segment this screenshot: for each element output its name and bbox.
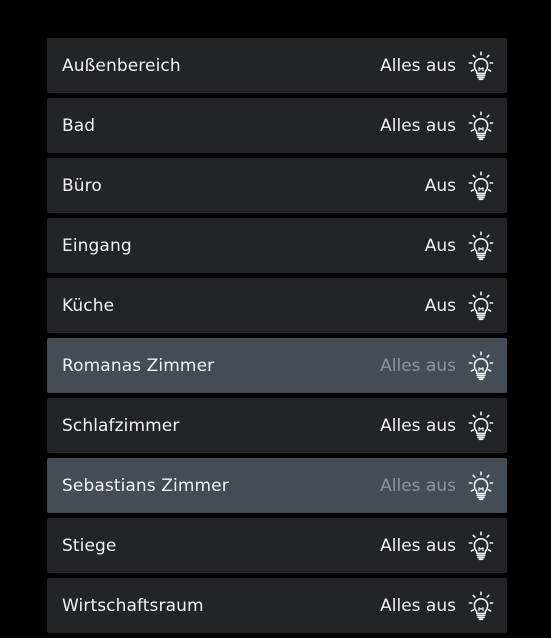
room-status: Alles aus xyxy=(380,355,456,376)
room-row-eingang[interactable]: Eingang Aus xyxy=(47,218,507,273)
room-status: Alles aus xyxy=(380,595,456,616)
room-row-bad[interactable]: Bad Alles aus xyxy=(47,98,507,153)
room-row-stiege[interactable]: Stiege Alles aus xyxy=(47,518,507,573)
room-name: Büro xyxy=(62,175,102,196)
room-status: Alles aus xyxy=(380,475,456,496)
room-row-wirtschaftsraum[interactable]: Wirtschaftsraum Alles aus xyxy=(47,578,507,633)
room-name: Außenbereich xyxy=(62,55,181,76)
room-name: Sebastians Zimmer xyxy=(62,475,229,496)
lightbulb-icon[interactable] xyxy=(468,50,494,81)
lightbulb-icon[interactable] xyxy=(468,230,494,261)
room-status: Alles aus xyxy=(380,535,456,556)
lightbulb-icon[interactable] xyxy=(468,590,494,621)
lightbulb-icon[interactable] xyxy=(468,470,494,501)
lightbulb-icon[interactable] xyxy=(468,350,494,381)
room-row-sebastians-zimmer[interactable]: Sebastians Zimmer Alles aus xyxy=(47,458,507,513)
lightbulb-icon[interactable] xyxy=(468,290,494,321)
lightbulb-icon[interactable] xyxy=(468,410,494,441)
room-name: Schlafzimmer xyxy=(62,415,180,436)
room-row-buero[interactable]: Büro Aus xyxy=(47,158,507,213)
room-name: Bad xyxy=(62,115,96,136)
room-name: Stiege xyxy=(62,535,117,556)
lightbulb-icon[interactable] xyxy=(468,530,494,561)
lightbulb-icon[interactable] xyxy=(468,110,494,141)
room-status: Alles aus xyxy=(380,415,456,436)
room-row-schlafzimmer[interactable]: Schlafzimmer Alles aus xyxy=(47,398,507,453)
room-status: Aus xyxy=(424,175,456,196)
room-name: Wirtschaftsraum xyxy=(62,595,204,616)
room-name: Küche xyxy=(62,295,115,316)
room-status: Alles aus xyxy=(380,115,456,136)
room-status: Alles aus xyxy=(380,55,456,76)
room-row-aussenbereich[interactable]: Außenbereich Alles aus xyxy=(47,38,507,93)
room-name: Eingang xyxy=(62,235,132,256)
room-row-romanas-zimmer[interactable]: Romanas Zimmer Alles aus xyxy=(47,338,507,393)
room-name: Romanas Zimmer xyxy=(62,355,215,376)
room-status: Aus xyxy=(424,235,456,256)
room-row-kueche[interactable]: Küche Aus xyxy=(47,278,507,333)
room-status: Aus xyxy=(424,295,456,316)
room-list: Außenbereich Alles aus Bad Alles aus Bür… xyxy=(47,38,507,638)
lightbulb-icon[interactable] xyxy=(468,170,494,201)
